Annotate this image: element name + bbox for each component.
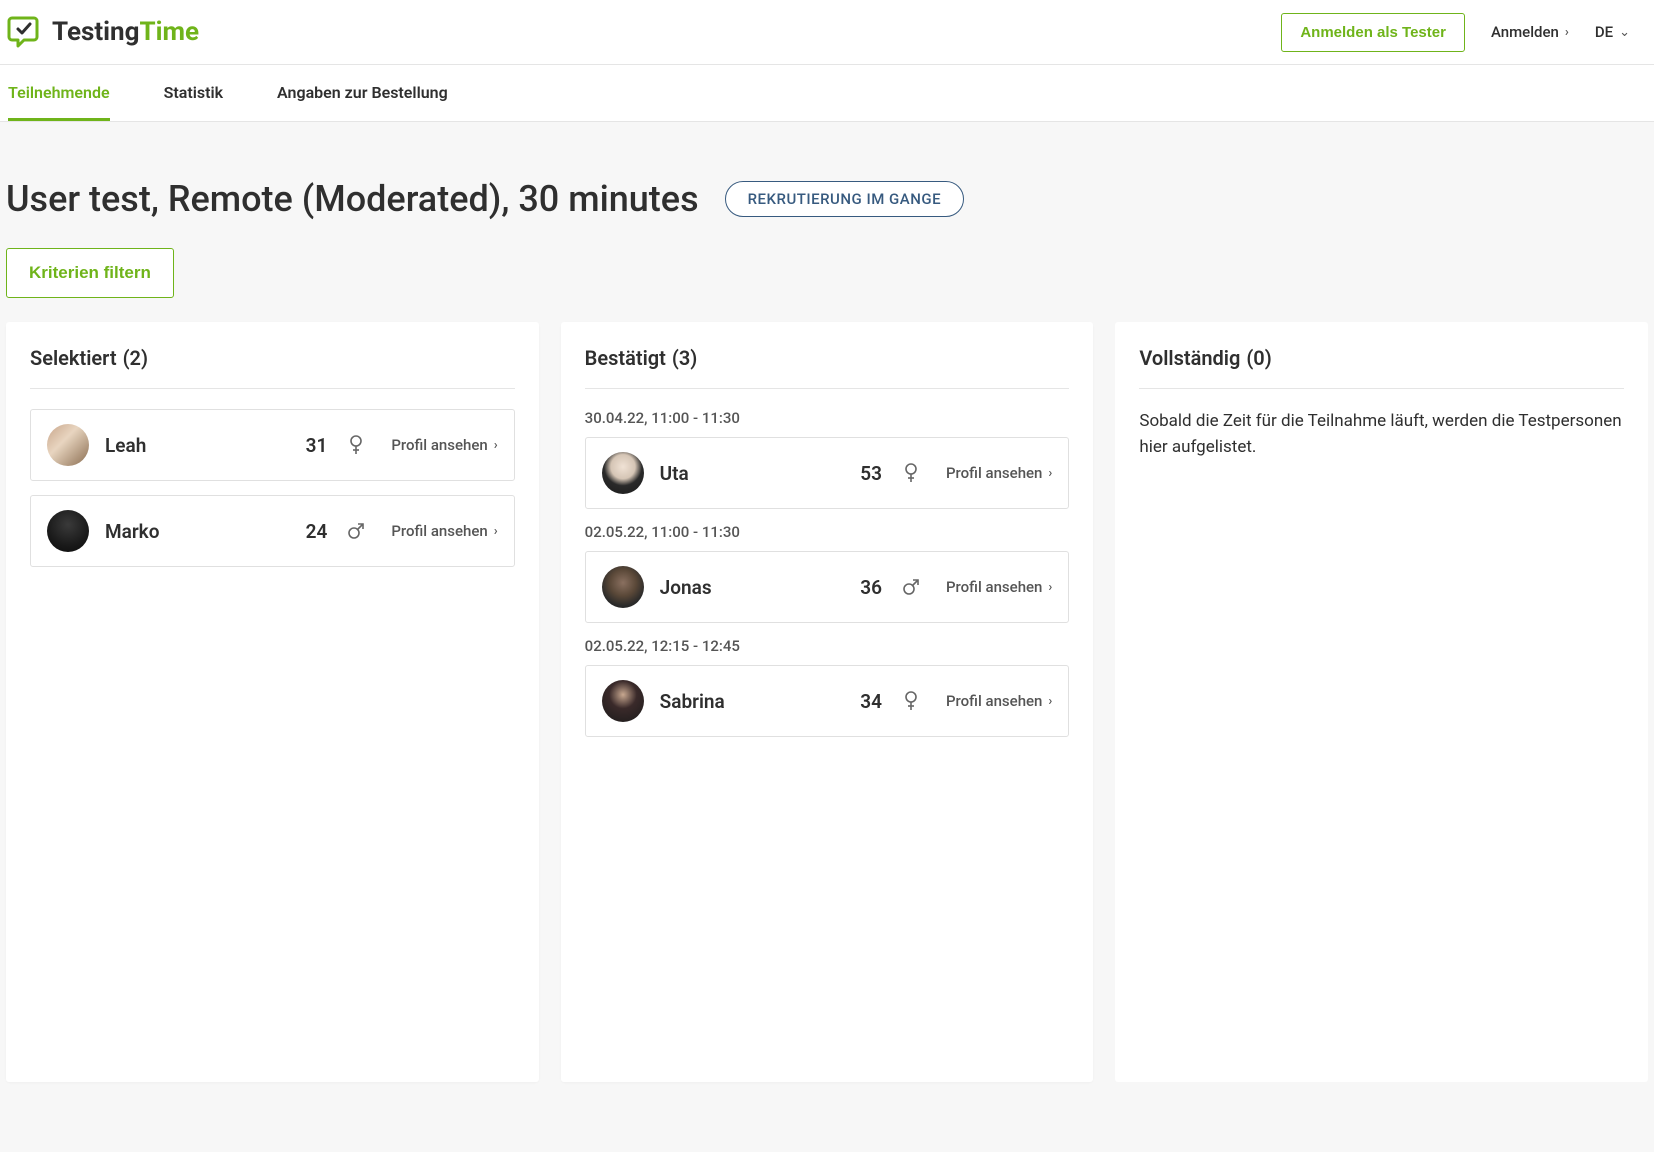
timeslot-label: 02.05.22, 11:00 - 11:30 [585,523,1070,541]
logo-text: TestingTime [52,17,199,47]
avatar [47,510,89,552]
column-confirmed-count: (3) [672,346,697,370]
timeslot-label: 30.04.22, 11:00 - 11:30 [585,409,1070,427]
main-header: TestingTime Anmelden als Tester Anmelden… [0,0,1654,65]
column-confirmed-header: Bestätigt (3) [585,346,1070,389]
female-icon [347,436,365,454]
participant-age: 24 [306,520,328,543]
view-profile-link[interactable]: Profil ansehen › [946,578,1052,596]
header-right: Anmelden als Tester Anmelden › DE ⌄ [1281,13,1630,52]
column-selected-title: Selektiert [30,346,117,370]
tab-statistics[interactable]: Statistik [164,65,223,121]
participant-card[interactable]: Uta 53 Profil ansehen › [585,437,1070,509]
male-icon [902,578,920,596]
page-title: User test, Remote (Moderated), 30 minute… [6,178,699,220]
avatar [602,566,644,608]
language-selector[interactable]: DE ⌄ [1595,23,1630,41]
chevron-down-icon: ⌄ [1619,25,1630,40]
avatar [602,680,644,722]
male-icon [347,522,365,540]
tab-order-details[interactable]: Angaben zur Bestellung [277,65,448,121]
timeslot-label: 02.05.22, 12:15 - 12:45 [585,637,1070,655]
view-profile-label: Profil ansehen [946,578,1042,596]
login-link[interactable]: Anmelden › [1491,23,1569,41]
column-complete-count: (0) [1246,346,1271,370]
logo-icon [6,12,46,52]
tabs: Teilnehmende Statistik Angaben zur Beste… [0,65,1654,122]
female-icon [902,464,920,482]
login-label: Anmelden [1491,23,1559,41]
filter-criteria-button[interactable]: Kriterien filtern [6,248,174,298]
participant-name: Sabrina [660,690,845,713]
status-badge: REKRUTIERUNG IM GANGE [725,181,964,217]
avatar [47,424,89,466]
content: User test, Remote (Moderated), 30 minute… [0,122,1654,1152]
chevron-right-icon: › [1048,580,1052,595]
participant-card[interactable]: Marko 24 Profil ansehen › [30,495,515,567]
view-profile-label: Profil ansehen [391,522,487,540]
view-profile-label: Profil ansehen [391,436,487,454]
column-selected-header: Selektiert (2) [30,346,515,389]
chevron-right-icon: › [494,524,498,539]
participant-name: Jonas [660,576,845,599]
view-profile-link[interactable]: Profil ansehen › [946,692,1052,710]
participant-card[interactable]: Sabrina 34 Profil ansehen › [585,665,1070,737]
title-row: User test, Remote (Moderated), 30 minute… [6,122,1648,248]
female-icon [902,692,920,710]
column-confirmed-title: Bestätigt [585,346,666,370]
view-profile-link[interactable]: Profil ansehen › [391,522,497,540]
participant-age: 53 [860,462,882,485]
column-confirmed: Bestätigt (3) 30.04.22, 11:00 - 11:30 Ut… [561,322,1094,1082]
participant-name: Uta [660,462,845,485]
chevron-right-icon: › [1048,694,1052,709]
column-complete-header: Vollständig (0) [1139,346,1624,389]
chevron-right-icon: › [494,438,498,453]
column-complete-title: Vollständig [1139,346,1240,370]
view-profile-link[interactable]: Profil ansehen › [946,464,1052,482]
participant-age: 34 [860,690,882,713]
logo[interactable]: TestingTime [6,12,199,52]
view-profile-label: Profil ansehen [946,692,1042,710]
chevron-right-icon: › [1565,25,1569,40]
participant-name: Leah [105,434,290,457]
register-tester-button[interactable]: Anmelden als Tester [1281,13,1465,52]
participant-card[interactable]: Leah 31 Profil ansehen › [30,409,515,481]
chevron-right-icon: › [1048,466,1052,481]
view-profile-link[interactable]: Profil ansehen › [391,436,497,454]
language-label: DE [1595,23,1613,41]
participant-age: 36 [860,576,882,599]
column-selected: Selektiert (2) Leah 31 Profil ansehen › … [6,322,539,1082]
tab-participants[interactable]: Teilnehmende [8,65,110,121]
participant-name: Marko [105,520,290,543]
view-profile-label: Profil ansehen [946,464,1042,482]
empty-state-text: Sobald die Zeit für die Teilnahme läuft,… [1139,409,1624,460]
participant-card[interactable]: Jonas 36 Profil ansehen › [585,551,1070,623]
columns: Selektiert (2) Leah 31 Profil ansehen › … [6,322,1648,1082]
column-selected-count: (2) [123,346,148,370]
participant-age: 31 [306,434,328,457]
column-complete: Vollständig (0) Sobald die Zeit für die … [1115,322,1648,1082]
avatar [602,452,644,494]
